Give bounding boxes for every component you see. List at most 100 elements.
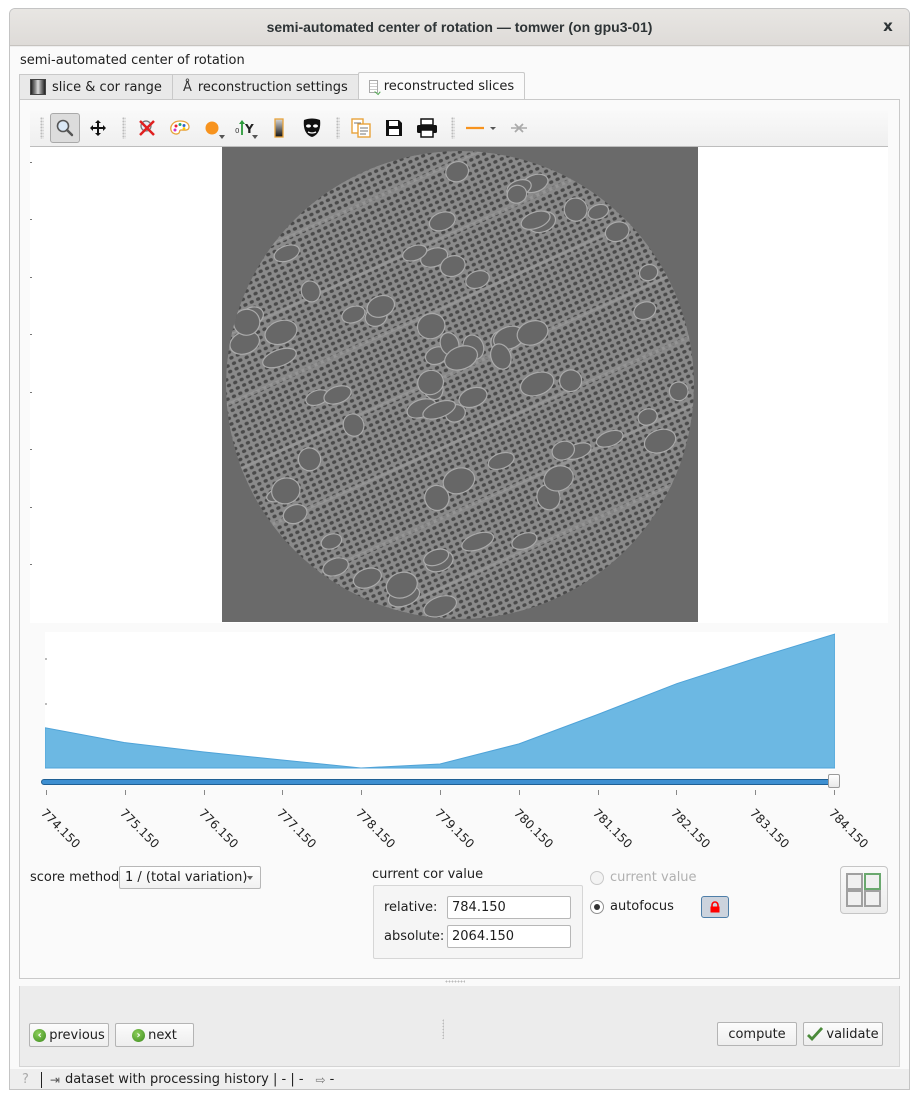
magnifier-icon <box>56 119 74 136</box>
autofocus-radio[interactable] <box>590 900 604 914</box>
input-icon: ⇥ <box>49 1072 60 1087</box>
status-bar: ? ⇥ dataset with processing history | - … <box>10 1069 909 1089</box>
svg-text:0: 0 <box>235 127 239 135</box>
x-tick-label: 776.150 <box>195 806 241 851</box>
colorbar-button[interactable] <box>264 113 294 143</box>
splitter-handle[interactable] <box>442 1019 444 1039</box>
lock-icon <box>710 901 720 913</box>
y-tick <box>30 277 32 278</box>
cor-slider[interactable] <box>41 779 839 785</box>
pan-arrows-icon <box>90 119 106 136</box>
arrow-left-icon: ‹ <box>33 1028 47 1042</box>
y-tick <box>30 564 32 565</box>
checkmark-icon <box>807 1027 824 1041</box>
relative-label: relative: <box>384 900 438 915</box>
reset-zoom-button[interactable] <box>132 113 162 143</box>
colormap-button[interactable] <box>165 113 195 143</box>
x-tick-label: 774.150 <box>38 806 84 851</box>
crosshair-button[interactable] <box>504 113 534 143</box>
toolbar-separator <box>40 116 44 139</box>
symbol-button[interactable] <box>198 113 228 143</box>
x-tick-mark <box>440 790 441 795</box>
absolute-cor-input[interactable] <box>447 925 571 948</box>
print-button[interactable] <box>412 113 442 143</box>
line-style-button[interactable] <box>461 113 501 143</box>
dropdown-arrow-icon <box>252 134 258 139</box>
document-check-icon <box>368 79 378 93</box>
score-method-value: 1 / (total variation) <box>125 870 248 885</box>
bottom-controls: ‹ previous › next compute validate <box>19 986 900 1067</box>
previous-label: previous <box>49 1027 105 1043</box>
crosshair-disabled-icon <box>511 122 527 133</box>
y-axis-button[interactable]: 0Y <box>231 113 261 143</box>
window-title: semi-automated center of rotation — tomw… <box>266 19 653 35</box>
toolbar-separator <box>336 116 340 139</box>
status-input-text: dataset with processing history | - | - <box>64 1072 304 1087</box>
cor-slider-handle[interactable] <box>828 774 840 788</box>
tab-reconstruction-settings[interactable]: Å reconstruction settings <box>171 74 359 99</box>
toolbar-separator <box>122 116 126 139</box>
colorbar-icon <box>274 117 284 138</box>
slice-image-render <box>222 147 698 622</box>
compass-icon: Å <box>182 79 192 95</box>
tab-slice-cor-range[interactable]: slice & cor range <box>19 74 173 99</box>
x-tick-mark <box>282 790 284 795</box>
validate-label: validate <box>826 1026 879 1042</box>
y-axis-ticks <box>30 147 34 623</box>
tab-bar: slice & cor range Å reconstruction setti… <box>19 72 526 99</box>
y-tick <box>30 334 32 335</box>
score-method-label: score method <box>30 870 120 885</box>
tab-label: reconstructed slices <box>383 78 515 94</box>
x-tick-label: 779.150 <box>432 806 478 851</box>
image-plot[interactable] <box>30 147 888 623</box>
compute-button[interactable]: compute <box>717 1022 797 1046</box>
svg-text:Y: Y <box>244 122 254 136</box>
reconstructed-slice-image[interactable] <box>222 147 698 622</box>
copy-button[interactable] <box>346 113 376 143</box>
relative-cor-input[interactable] <box>447 896 571 919</box>
layout-button[interactable] <box>840 866 888 914</box>
x-tick-mark <box>46 790 47 795</box>
current-value-label[interactable]: current value <box>610 870 697 885</box>
line-style-icon <box>466 126 496 130</box>
palette-icon <box>170 119 190 135</box>
next-button[interactable]: › next <box>115 1023 194 1047</box>
save-icon <box>386 119 402 136</box>
close-button[interactable]: x <box>879 17 897 35</box>
x-tick-label: 782.150 <box>668 806 714 851</box>
x-tick-label: 784.150 <box>826 806 872 851</box>
tab-reconstructed-slices[interactable]: reconstructed slices <box>357 72 526 99</box>
tab-label: reconstruction settings <box>197 79 348 95</box>
main-window: semi-automated center of rotation — tomw… <box>9 8 910 1090</box>
x-tick-label: 778.150 <box>353 806 399 851</box>
y-tick <box>30 392 32 393</box>
chevron-down-icon <box>247 876 253 880</box>
validate-button[interactable]: validate <box>803 1022 883 1046</box>
x-tick-mark <box>597 790 599 795</box>
x-tick-label: 777.150 <box>274 806 320 851</box>
pan-mode-button[interactable] <box>83 113 113 143</box>
y-tick <box>30 162 32 163</box>
score-method-select[interactable]: 1 / (total variation) <box>119 866 261 889</box>
y-tick <box>30 507 32 508</box>
toolbar-separator <box>451 116 455 139</box>
autofocus-label[interactable]: autofocus <box>610 899 674 914</box>
save-button[interactable] <box>379 113 409 143</box>
zoom-mode-button[interactable] <box>50 112 80 143</box>
x-tick-mark <box>518 790 520 795</box>
help-icon[interactable]: ? <box>22 1072 29 1087</box>
x-tick-mark <box>361 790 363 795</box>
lock-button[interactable] <box>701 896 729 918</box>
splitter-handle[interactable] <box>445 980 465 983</box>
tab-label: slice & cor range <box>52 79 162 95</box>
x-tick-mark <box>203 790 205 795</box>
mask-button[interactable] <box>297 113 327 143</box>
x-tick-label: 775.150 <box>116 806 162 851</box>
previous-button[interactable]: ‹ previous <box>29 1023 109 1047</box>
compute-label: compute <box>728 1026 786 1042</box>
current-cor-title: current cor value <box>372 867 484 882</box>
plot-toolbar: 0Y <box>30 109 888 147</box>
score-chart[interactable] <box>45 632 835 770</box>
current-value-radio[interactable] <box>590 871 604 885</box>
dropdown-arrow-icon <box>219 134 225 139</box>
